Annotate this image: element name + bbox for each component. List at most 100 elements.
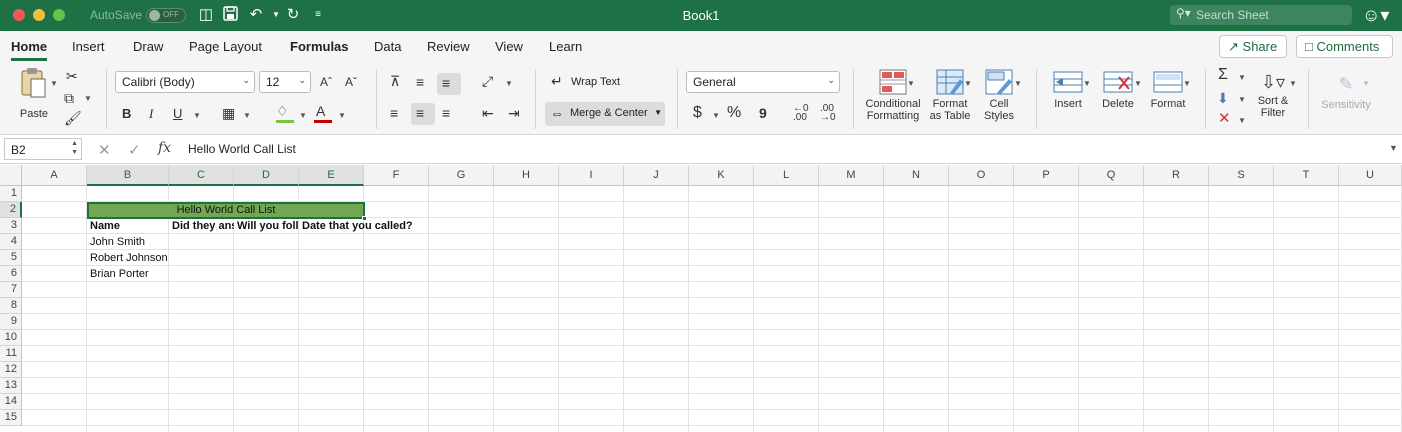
cell-styles-button[interactable]: Cell Styles: [978, 69, 1020, 122]
copy-icon[interactable]: ⧉: [64, 90, 74, 106]
cut-icon[interactable]: ✂: [66, 68, 78, 84]
row-header-8[interactable]: 8: [0, 298, 22, 314]
autosum-icon[interactable]: Σ: [1218, 67, 1228, 83]
tab-insert[interactable]: Insert: [72, 39, 105, 54]
insert-cells-button[interactable]: Insert: [1044, 69, 1092, 110]
row-header-11[interactable]: 11: [0, 346, 22, 362]
paste-dropdown-icon[interactable]: ▼: [50, 79, 58, 88]
tab-data[interactable]: Data: [374, 39, 401, 54]
name-box[interactable]: B2 ▲ ▼: [4, 138, 82, 160]
cell-b3[interactable]: Name: [87, 219, 169, 234]
column-header-a[interactable]: A: [22, 165, 87, 186]
autosave-toggle[interactable]: OFF: [146, 8, 186, 23]
column-header-f[interactable]: F: [364, 165, 429, 186]
row-header-10[interactable]: 10: [0, 330, 22, 346]
column-header-h[interactable]: H: [494, 165, 559, 186]
insert-function-button[interactable]: fx: [158, 140, 171, 156]
column-header-u[interactable]: U: [1339, 165, 1402, 186]
fill-color-icon[interactable]: ♢: [276, 103, 289, 119]
minimize-window-button[interactable]: [33, 9, 45, 21]
middle-align-icon[interactable]: ≡: [416, 74, 424, 90]
row-header-13[interactable]: 13: [0, 378, 22, 394]
column-header-k[interactable]: K: [689, 165, 754, 186]
percent-button[interactable]: %: [727, 105, 741, 121]
redo-icon[interactable]: ↻: [283, 6, 303, 24]
column-header-l[interactable]: L: [754, 165, 819, 186]
increase-font-size-icon[interactable]: Aˆ: [320, 74, 332, 90]
cell-b4[interactable]: John Smith: [87, 235, 169, 250]
decrease-decimal-icon[interactable]: .00 →0: [820, 104, 836, 123]
number-format-dropdown[interactable]: General ⌄: [686, 71, 840, 93]
underline-dropdown-icon[interactable]: ▼: [193, 111, 201, 120]
autosum-dropdown-icon[interactable]: ▼: [1238, 73, 1246, 82]
row-header-15[interactable]: 15: [0, 410, 22, 426]
cell-b5[interactable]: Robert Johnson: [87, 251, 169, 266]
sensitivity-button[interactable]: ✎ Sensitivity: [1316, 69, 1376, 111]
column-header-s[interactable]: S: [1209, 165, 1274, 186]
tab-view[interactable]: View: [495, 39, 523, 54]
tab-draw[interactable]: Draw: [133, 39, 163, 54]
decrease-indent-icon[interactable]: ⇤: [482, 105, 494, 121]
enter-icon[interactable]: ✓: [128, 141, 141, 159]
currency-button[interactable]: $: [693, 105, 702, 121]
column-header-i[interactable]: I: [559, 165, 624, 186]
bold-button[interactable]: B: [122, 106, 131, 122]
select-all-corner[interactable]: [0, 165, 22, 186]
merge-center-button[interactable]: ⇔ Merge & Center ▼: [545, 102, 665, 126]
row-header-7[interactable]: 7: [0, 282, 22, 298]
column-header-j[interactable]: J: [624, 165, 689, 186]
tab-page-layout[interactable]: Page Layout: [189, 39, 262, 54]
top-align-icon[interactable]: ⊼: [390, 73, 400, 89]
row-header-1[interactable]: 1: [0, 186, 22, 202]
column-header-g[interactable]: G: [429, 165, 494, 186]
row-header-12[interactable]: 12: [0, 362, 22, 378]
decrease-font-size-icon[interactable]: Aˇ: [345, 74, 357, 90]
cell-d3[interactable]: Will you folle: [234, 219, 299, 234]
conditional-formatting-button[interactable]: Conditional Formatting: [861, 69, 925, 122]
column-header-d[interactable]: D: [234, 165, 299, 186]
paste-button[interactable]: Paste: [14, 67, 54, 129]
format-as-table-button[interactable]: Format as Table: [926, 69, 974, 122]
column-header-o[interactable]: O: [949, 165, 1014, 186]
close-window-button[interactable]: [13, 9, 25, 21]
name-box-stepper-icon[interactable]: ▲ ▼: [71, 139, 78, 157]
column-header-c[interactable]: C: [169, 165, 234, 186]
row-header-3[interactable]: 3: [0, 218, 22, 234]
column-header-q[interactable]: Q: [1079, 165, 1144, 186]
align-left-icon[interactable]: ≡: [390, 105, 398, 121]
align-center-icon[interactable]: ≡: [416, 105, 424, 121]
column-header-n[interactable]: N: [884, 165, 949, 186]
column-header-r[interactable]: R: [1144, 165, 1209, 186]
delete-cells-button[interactable]: Delete: [1095, 69, 1141, 110]
search-input[interactable]: [1196, 7, 1346, 23]
sort-filter-button[interactable]: ⇩▿ Sort & Filter: [1250, 69, 1296, 119]
formula-input[interactable]: Hello World Call List: [188, 142, 296, 156]
row-header-6[interactable]: 6: [0, 266, 22, 282]
wrap-text-icon[interactable]: ↵: [551, 73, 563, 89]
chevron-down-icon[interactable]: ▼: [1183, 79, 1191, 88]
column-header-b[interactable]: B: [87, 165, 169, 186]
merge-dropdown-icon[interactable]: ▼: [654, 108, 662, 117]
wrap-text-button[interactable]: Wrap Text: [571, 76, 620, 88]
fill-icon[interactable]: ⬇: [1217, 90, 1229, 106]
copy-dropdown-icon[interactable]: ▼: [84, 94, 92, 103]
cancel-icon[interactable]: ✕: [98, 141, 111, 159]
merged-title-cell[interactable]: Hello World Call List: [87, 202, 365, 219]
row-header-14[interactable]: 14: [0, 394, 22, 410]
column-header-m[interactable]: M: [819, 165, 884, 186]
row-header-9[interactable]: 9: [0, 314, 22, 330]
comma-style-button[interactable]: 9: [759, 105, 767, 121]
cell-b6[interactable]: Brian Porter: [87, 267, 169, 282]
currency-dropdown-icon[interactable]: ▼: [712, 111, 720, 120]
borders-icon[interactable]: ▦: [222, 105, 235, 121]
chevron-down-icon[interactable]: ▼: [907, 79, 915, 88]
increase-decimal-icon[interactable]: ←0.00: [793, 104, 809, 123]
tab-formulas[interactable]: Formulas: [290, 39, 349, 54]
chevron-down-icon[interactable]: ▼: [1083, 79, 1091, 88]
orientation-dropdown-icon[interactable]: ▼: [505, 79, 513, 88]
row-header-4[interactable]: 4: [0, 234, 22, 250]
row-header-2[interactable]: 2: [0, 202, 22, 218]
clear-dropdown-icon[interactable]: ▼: [1238, 116, 1246, 125]
worksheet-grid[interactable]: ABCDEFGHIJKLMNOPQRSTU 1 2 3 4 5 6 7 8 9 10 11 12 13 1…: [0, 165, 1402, 432]
tab-home[interactable]: Home: [11, 39, 48, 61]
